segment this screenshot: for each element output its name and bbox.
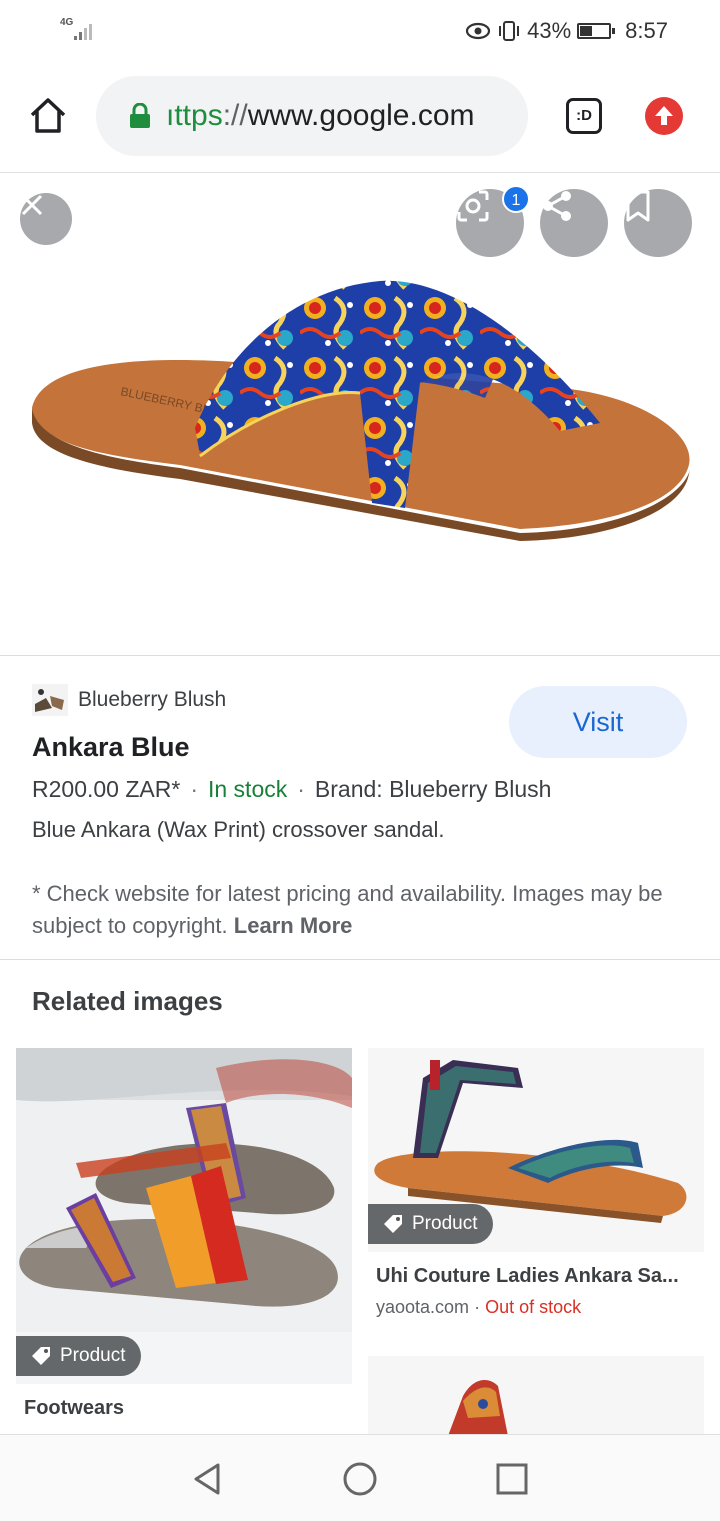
product-chip: Product — [368, 1204, 494, 1244]
arrow-up-icon — [655, 106, 673, 125]
vibrate-icon — [499, 21, 520, 41]
home-button[interactable] — [28, 96, 68, 136]
url-text: ıttps://www.google.com — [166, 99, 475, 132]
home-nav-icon[interactable] — [340, 1459, 380, 1499]
eye-icon — [466, 22, 491, 40]
separator: · — [190, 776, 198, 802]
out-of-stock-label: Out of stock — [485, 1297, 582, 1317]
tag-icon — [384, 1215, 402, 1233]
home-icon — [30, 98, 66, 133]
product-chip: Product — [16, 1336, 142, 1376]
google-lens-icon — [457, 190, 489, 222]
battery-icon — [577, 23, 616, 39]
product-meta: R200.00 ZAR* · In stock · Brand: Blueberry B… — [32, 776, 551, 803]
chip-label: Product — [60, 1345, 126, 1366]
lock-icon — [128, 102, 152, 129]
related-image-card[interactable] — [368, 1356, 704, 1436]
chip-label: Product — [412, 1213, 478, 1234]
learn-more-link[interactable]: Learn More — [234, 913, 353, 938]
source-name: Blueberry Blush — [78, 688, 227, 711]
related-image — [368, 1356, 704, 1436]
lens-badge: 1 — [502, 185, 530, 213]
status-indicators: 43% 8:57 — [465, 18, 668, 44]
related-source: yaoota.com · Out of stock — [376, 1297, 582, 1317]
product-title: Ankara Blue — [32, 732, 190, 762]
related-image-card[interactable]: Product — [16, 1048, 352, 1384]
back-icon[interactable] — [188, 1459, 228, 1499]
separator: · — [297, 776, 305, 802]
source-favicon — [32, 684, 68, 716]
save-button[interactable] — [624, 189, 692, 257]
close-button[interactable] — [20, 193, 72, 245]
product-info: Blueberry Blush Visit Ankara Blue R200.0… — [0, 656, 720, 960]
system-nav-bar — [0, 1434, 720, 1521]
source-row[interactable]: Blueberry Blush — [32, 684, 226, 716]
related-image — [16, 1048, 352, 1384]
related-title[interactable]: Uhi Couture Ladies Ankara Sa... — [376, 1265, 696, 1288]
status-bar: 4G 43% 8:57 — [0, 0, 720, 62]
signal-icon: 4G — [58, 16, 98, 42]
bookmark-icon — [626, 190, 650, 222]
disclaimer: * Check website for latest pricing and a… — [32, 878, 692, 942]
update-button[interactable] — [645, 97, 683, 135]
product-image[interactable]: BLUEBERRY BLUSH — [0, 173, 720, 655]
visit-button[interactable]: Visit — [509, 686, 687, 758]
close-icon — [21, 194, 43, 216]
related-caption[interactable]: Footwears — [24, 1397, 124, 1420]
browser-toolbar: ıttps://www.google.com :D — [0, 62, 720, 173]
clock: 8:57 — [625, 18, 668, 43]
share-icon — [543, 191, 571, 221]
brand: Brand: Blueberry Blush — [314, 776, 552, 802]
related-image-card[interactable]: Product — [368, 1048, 704, 1252]
network-type: 4G — [60, 17, 74, 28]
stock-status: In stock — [207, 776, 288, 802]
image-viewer: BLUEBERRY BLUSH 1 — [0, 173, 720, 656]
battery-percent: 43% — [527, 18, 572, 43]
tab-switcher-button[interactable]: :D — [566, 98, 602, 134]
related-images-heading: Related images — [32, 986, 223, 1016]
url-bar[interactable]: ıttps://www.google.com — [96, 76, 528, 156]
product-description: Blue Ankara (Wax Print) crossover sandal… — [32, 817, 445, 842]
tag-icon — [32, 1347, 50, 1365]
recents-icon[interactable] — [492, 1459, 532, 1499]
price: R200.00 ZAR* — [32, 776, 181, 802]
share-button[interactable] — [540, 189, 608, 257]
